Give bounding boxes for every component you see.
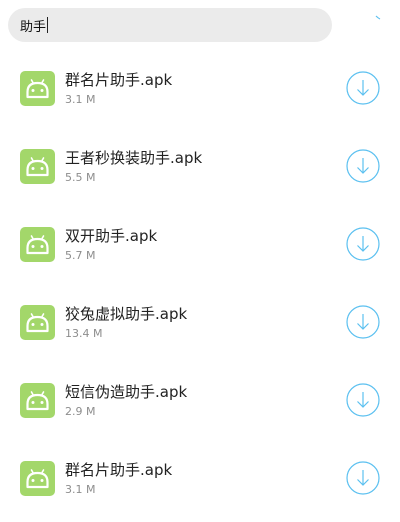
file-size: 3.1 M [65,93,96,106]
android-icon [20,383,55,418]
search-input[interactable]: 助手 [20,16,49,35]
file-size: 13.4 M [65,327,103,340]
android-icon [20,305,55,340]
list-item[interactable]: 狡兔虚拟助手.apk 13.4 M [0,284,400,362]
file-name: 短信伪造助手.apk [65,383,188,401]
download-button[interactable] [346,227,380,261]
android-icon [20,149,55,184]
download-button[interactable] [346,305,380,339]
text-cursor [47,17,49,33]
list-item[interactable]: 王者秒换装助手.apk 5.5 M [0,128,400,206]
list-item[interactable]: 群名片助手.apk 3.1 M [0,50,400,128]
file-name: 双开助手.apk [65,227,158,245]
download-button[interactable] [346,461,380,495]
download-icon [346,305,380,339]
list-item[interactable]: 短信伪造助手.apk 2.9 M [0,362,400,440]
file-list: 群名片助手.apk 3.1 M 王者秒换装助手.apk 5.5 M 双开助手.a… [0,50,400,518]
loading-spinner-icon [375,15,381,20]
download-button[interactable] [346,149,380,183]
android-icon [20,227,55,262]
download-icon [346,227,380,261]
download-icon [346,461,380,495]
list-item[interactable]: 双开助手.apk 5.7 M [0,206,400,284]
download-icon [346,71,380,105]
download-icon [346,149,380,183]
search-bar[interactable]: 助手 [8,8,332,42]
list-item[interactable]: 群名片助手.apk 3.1 M [0,440,400,518]
download-button[interactable] [346,383,380,417]
file-name: 狡兔虚拟助手.apk [65,305,188,323]
search-query-text: 助手 [20,19,47,35]
file-size: 3.1 M [65,483,96,496]
download-icon [346,383,380,417]
download-button[interactable] [346,71,380,105]
file-name: 王者秒换装助手.apk [65,149,203,167]
file-name: 群名片助手.apk [65,71,173,89]
android-icon [20,461,55,496]
file-size: 2.9 M [65,405,96,418]
file-size: 5.7 M [65,249,96,262]
file-size: 5.5 M [65,171,96,184]
android-icon [20,71,55,106]
file-name: 群名片助手.apk [65,461,173,479]
